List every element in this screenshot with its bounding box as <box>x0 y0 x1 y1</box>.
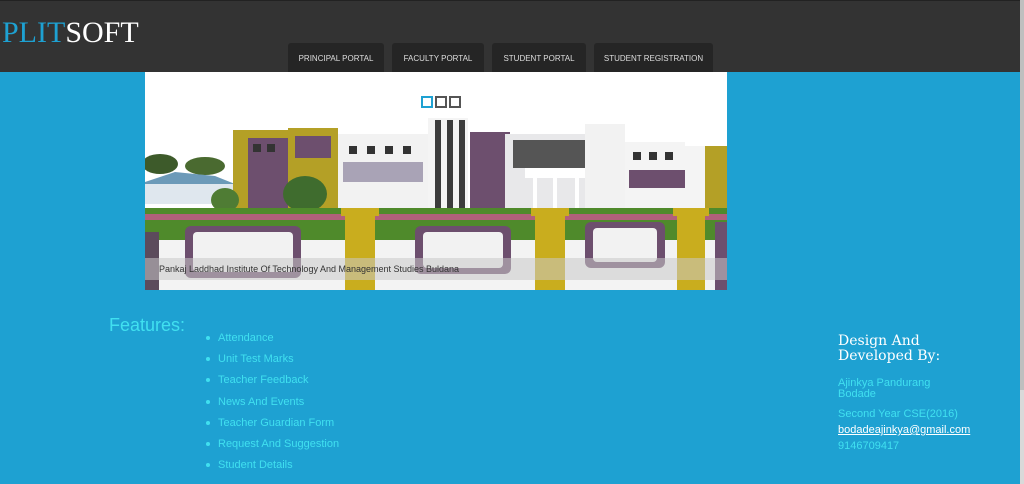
nav-faculty-portal[interactable]: FACULTY PORTAL <box>392 43 484 73</box>
bullet-icon <box>206 378 210 383</box>
logo-text-plit: PLIT <box>2 16 66 49</box>
slide-caption: Pankaj Laddhad Institute Of Technology A… <box>145 258 727 280</box>
bullet-icon <box>206 336 210 340</box>
nav-student-registration[interactable]: STUDENT REGISTRATION <box>594 43 713 73</box>
feature-unit-test-marks: Unit Test Marks <box>218 353 294 366</box>
list-item[interactable]: Teacher Guardian Form <box>206 416 339 437</box>
features-heading: Features: <box>109 315 186 335</box>
developer-email-link[interactable]: bodadeajinkya@gmail.com <box>838 425 988 436</box>
feature-attendance: Attendance <box>218 332 274 344</box>
logo-text-soft: SOFT <box>65 16 139 49</box>
feature-teacher-guardian-form: Teacher Guardian Form <box>218 416 335 429</box>
feature-request-and-suggestion: Request And Suggestion <box>218 437 340 450</box>
list-item[interactable]: Unit Test Marks <box>206 352 339 373</box>
main-nav: PRINCIPAL PORTAL FACULTY PORTAL STUDENT … <box>288 43 713 73</box>
site-logo[interactable]: PLITSOFT <box>2 15 139 51</box>
bullet-icon <box>206 420 210 425</box>
page-scrollbar[interactable] <box>1020 0 1024 484</box>
list-item[interactable]: Teacher Feedback <box>206 373 339 394</box>
scrollbar-thumb[interactable] <box>1020 0 1024 390</box>
list-item[interactable]: News And Events <box>206 395 339 416</box>
developer-name: Ajinkya Pandurang Bodade <box>838 377 931 400</box>
list-item[interactable]: Student Details <box>206 458 339 479</box>
feature-teacher-feedback: Teacher Feedback <box>218 374 309 387</box>
top-header: PLITSOFT PRINCIPAL PORTAL FACULTY PORTAL… <box>0 0 1024 73</box>
credits-heading: Design And Developed By: <box>838 333 941 364</box>
bullet-icon <box>206 463 210 468</box>
bullet-icon <box>206 357 210 362</box>
slide-dot-1[interactable] <box>421 96 433 108</box>
developer-phone: 9146709417 <box>838 440 900 452</box>
feature-news-and-events: News And Events <box>218 395 305 408</box>
bullet-icon <box>206 441 210 446</box>
features-list: Attendance Unit Test Marks Teacher Feedb… <box>206 331 339 479</box>
image-slider: Pankaj Laddhad Institute Of Technology A… <box>145 72 727 290</box>
slider-pagination <box>421 96 461 108</box>
nav-principal-portal[interactable]: PRINCIPAL PORTAL <box>288 43 384 73</box>
feature-student-details: Student Details <box>218 459 293 472</box>
slide-dot-2[interactable] <box>435 96 447 108</box>
developer-year: Second Year CSE(2016) <box>838 408 958 420</box>
list-item[interactable]: Attendance <box>206 331 339 352</box>
list-item[interactable]: Request And Suggestion <box>206 437 339 458</box>
nav-student-portal[interactable]: STUDENT PORTAL <box>492 43 586 73</box>
bullet-icon <box>206 399 210 404</box>
slide-dot-3[interactable] <box>449 96 461 108</box>
credits-section: Design And Developed By: Ajinkya Pandura… <box>838 334 988 452</box>
